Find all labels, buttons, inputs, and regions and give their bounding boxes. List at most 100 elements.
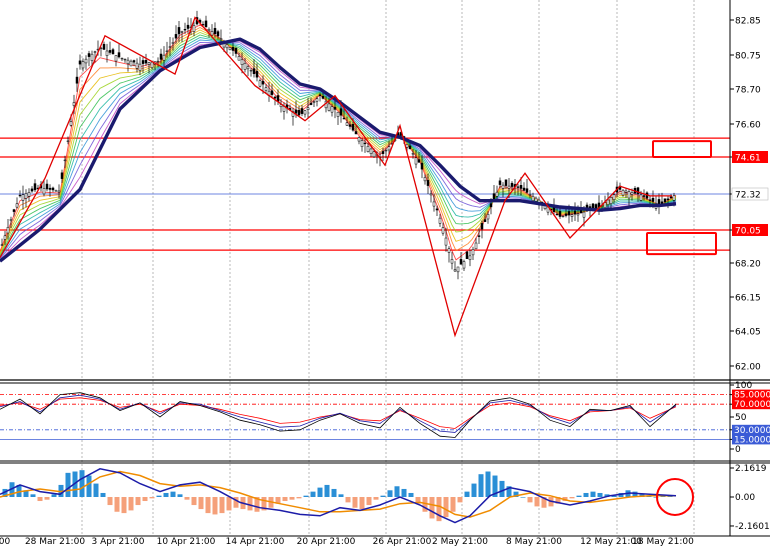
candle-body <box>300 108 304 114</box>
candle-body <box>366 145 370 152</box>
candle-body <box>111 49 115 55</box>
candle-body <box>87 53 91 57</box>
candle-body <box>129 60 133 67</box>
candle-body <box>243 63 247 70</box>
price-tick-label-6: 70.05 <box>735 227 761 237</box>
candle-body <box>15 203 19 208</box>
candle-body <box>408 145 412 150</box>
candle-body <box>144 59 148 64</box>
macd-histogram-bar <box>65 472 71 497</box>
candle-body <box>582 211 586 218</box>
candle-body <box>363 142 367 145</box>
macd-histogram-bar <box>534 497 540 507</box>
candle-body <box>132 60 136 63</box>
candle-body <box>171 42 175 44</box>
candle-body <box>180 31 184 33</box>
macd-histogram-bar <box>317 487 323 497</box>
candle-body <box>519 185 523 189</box>
candle-body <box>93 51 97 53</box>
candle-body <box>117 52 121 58</box>
candle-body <box>570 214 574 217</box>
candle-body <box>561 215 565 218</box>
candle-body <box>579 210 583 214</box>
candle-body <box>306 107 310 110</box>
candle-body <box>441 227 445 234</box>
macd-histogram-bar <box>569 497 575 499</box>
candle-body <box>54 190 58 192</box>
macd-tick-label-2: -2.1601 <box>735 522 770 532</box>
price-tick-label-8: 66.15 <box>735 294 761 304</box>
macd-histogram-bar <box>583 492 589 497</box>
candle-body <box>354 131 358 135</box>
candle-body <box>357 137 361 142</box>
candle-body <box>333 106 337 110</box>
candle-body <box>258 80 262 87</box>
candle-body <box>303 110 307 115</box>
rsi-tick-label-4: 30.0000 <box>734 426 770 436</box>
macd-histogram-bar <box>436 497 442 522</box>
rsi-tick-label-0: 100 <box>735 381 752 391</box>
candle-body <box>516 186 520 188</box>
macd-histogram-bar <box>149 497 155 499</box>
macd-tick-label-1: 0.00 <box>735 493 755 503</box>
candle-body <box>237 56 241 61</box>
candle-body <box>228 47 232 51</box>
candle-body <box>564 213 568 216</box>
candle-body <box>75 76 79 84</box>
candle-body <box>648 199 652 201</box>
candle-body <box>126 59 130 64</box>
macd-histogram-bar <box>107 497 113 506</box>
rsi-tick-label-1: 85.0000 <box>734 391 770 401</box>
candle-body <box>9 219 13 221</box>
macd-histogram-bar <box>366 497 372 506</box>
candle-body <box>474 242 478 250</box>
candle-body <box>567 211 571 216</box>
candle-body <box>414 157 418 165</box>
macd-histogram-bar <box>478 474 484 497</box>
rsi-tick-label-2: 70.0000 <box>734 400 770 410</box>
macd-histogram-bar <box>387 490 393 497</box>
price-tick-label-4: 74.61 <box>735 154 761 164</box>
candle-body <box>60 172 64 179</box>
macd-histogram-bar <box>114 497 120 512</box>
candle-body <box>177 27 181 35</box>
macd-histogram-bar <box>30 494 36 497</box>
macd-histogram-bar <box>310 491 316 497</box>
candle-body <box>492 193 496 200</box>
candle-body <box>372 151 376 158</box>
macd-histogram-bar <box>338 494 344 497</box>
candle-body <box>102 43 106 50</box>
candle-body <box>387 146 391 151</box>
candle-body <box>3 235 7 240</box>
candle-body <box>69 121 73 126</box>
macd-histogram-bar <box>100 492 106 497</box>
macd-tick-label-0: 2.1619 <box>735 464 767 474</box>
candle-body <box>429 193 433 196</box>
candle-body <box>330 106 334 113</box>
date-label-6: 26 Apr 21:00 <box>373 537 432 547</box>
candle-body <box>360 140 364 147</box>
candle-body <box>528 194 532 196</box>
macd-histogram-bar <box>345 497 351 503</box>
macd-histogram-bar <box>597 492 603 497</box>
candle-body <box>489 203 493 208</box>
macd-histogram-bar <box>163 492 169 497</box>
candle-body <box>663 198 667 203</box>
trading-chart: :00 28 Mar 21:00 3 Apr 21:00 10 Apr 21:00 14… <box>0 0 770 550</box>
candle-body <box>156 60 160 63</box>
macd-histogram-bar <box>394 486 400 497</box>
candle-body <box>558 211 562 217</box>
candle-body <box>456 266 460 273</box>
date-label-5: 20 Apr 21:00 <box>297 537 356 547</box>
candle-body <box>630 192 634 195</box>
macd-histogram-bar <box>296 497 302 499</box>
macd-histogram-bar <box>443 497 449 518</box>
macd-histogram-bar <box>527 497 533 503</box>
candle-body <box>447 248 451 253</box>
candle-body <box>273 96 277 99</box>
candle-body <box>327 103 331 111</box>
candle-body <box>639 194 643 201</box>
candle-body <box>369 148 373 154</box>
candle-body <box>90 53 94 61</box>
price-tick-label-7: 68.20 <box>735 260 761 270</box>
